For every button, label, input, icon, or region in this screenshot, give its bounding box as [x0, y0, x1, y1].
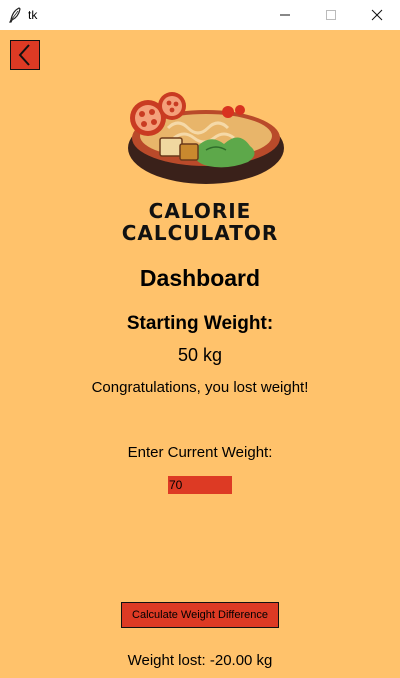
status-message: Congratulations, you lost weight! [91, 379, 309, 396]
page-title: Dashboard [139, 265, 261, 291]
minimize-button[interactable] [262, 0, 308, 30]
chevron-left-icon [18, 44, 30, 66]
back-button[interactable] [10, 40, 40, 70]
weight-result: Weight lost: -20.00 kg [127, 652, 273, 669]
app-window: CALORIE CALCULATOR Dashboard Starting We… [0, 30, 400, 678]
maximize-icon [326, 10, 336, 20]
minimize-icon [280, 14, 290, 16]
window-title: tk [28, 8, 38, 22]
feather-icon [9, 7, 21, 23]
title-bar: tk [0, 0, 400, 30]
calculate-button[interactable]: Calculate Weight Difference [121, 602, 279, 628]
current-weight-input[interactable] [168, 476, 232, 494]
brand-line-1: CALORIE [148, 199, 252, 223]
brand-line-2: CALCULATOR [121, 221, 279, 245]
food-bowl-icon [128, 92, 284, 184]
starting-weight-label: Starting Weight: [126, 313, 274, 334]
maximize-button[interactable] [308, 0, 354, 30]
close-icon [371, 9, 383, 21]
current-weight-label: Enter Current Weight: [127, 444, 273, 461]
close-button[interactable] [354, 0, 400, 30]
starting-weight-value: 50 kg [177, 345, 223, 365]
